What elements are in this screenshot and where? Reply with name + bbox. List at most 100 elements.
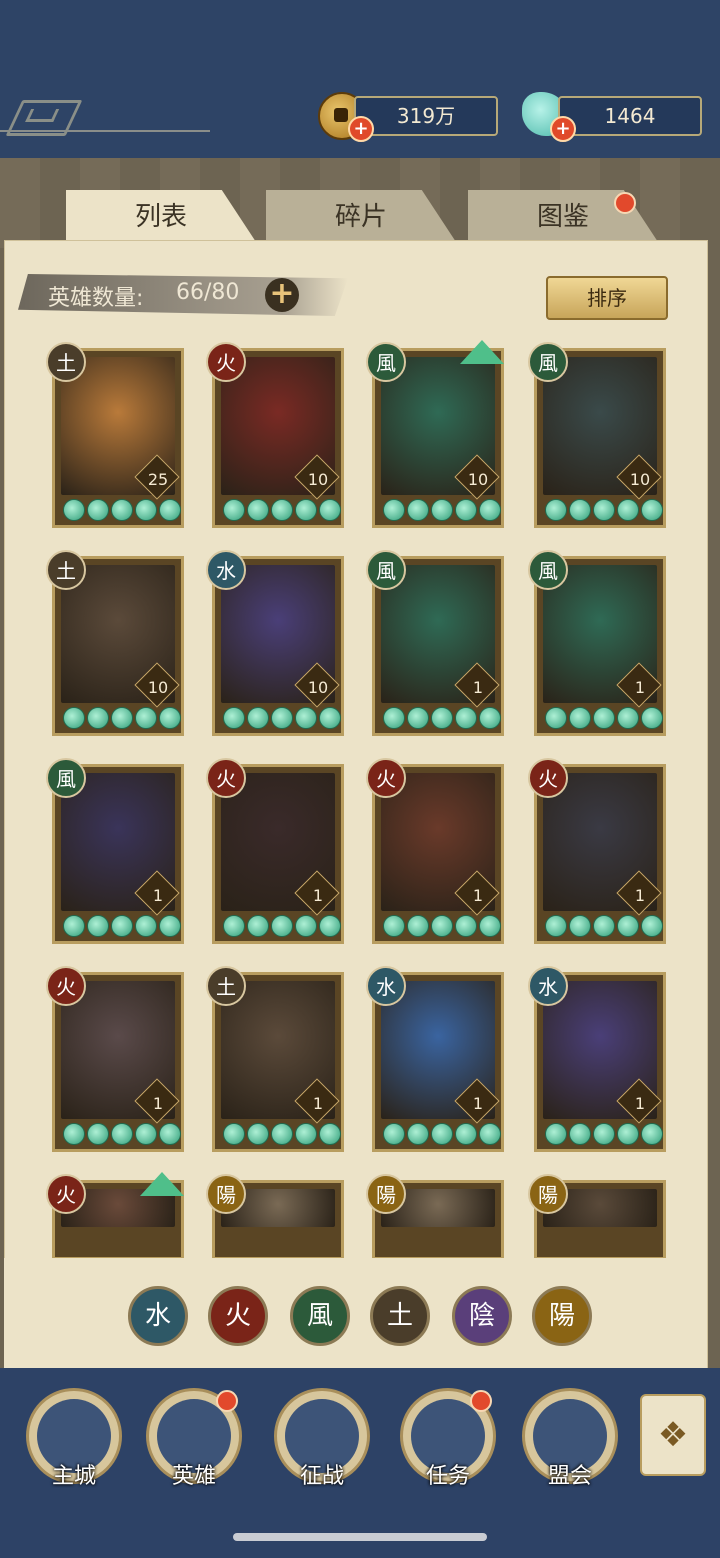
element-fire-icon: 火 (46, 966, 86, 1006)
star-gems (383, 915, 501, 937)
jade-star-icon (63, 499, 85, 521)
coin-amount: 319万 (396, 104, 456, 128)
jade-star-icon (111, 499, 133, 521)
expand-capacity-button[interactable]: + (265, 278, 299, 312)
star-gems (63, 915, 181, 937)
element-yang-icon: 陽 (528, 1174, 568, 1214)
hero-level: 25 (147, 470, 169, 489)
coin-counter: 319万 (354, 96, 498, 136)
filter-shelf (4, 1258, 706, 1368)
element-wind-icon: 風 (528, 550, 568, 590)
jade-star-icon (455, 915, 477, 937)
jade-star-icon (569, 915, 591, 937)
filter-water-button[interactable]: 水 (128, 1286, 188, 1346)
jade-star-icon (87, 915, 109, 937)
star-gems (223, 707, 341, 729)
jade-star-icon (223, 1123, 245, 1145)
hero-level: 10 (467, 470, 489, 489)
jade-star-icon (247, 707, 269, 729)
sort-button[interactable]: 排序 (546, 276, 668, 320)
jade-star-icon (295, 915, 317, 937)
jade-star-icon (455, 499, 477, 521)
jade-star-icon (479, 499, 501, 521)
jade-star-icon (617, 707, 639, 729)
hero-level: 1 (472, 1094, 484, 1113)
jade-star-icon (383, 499, 405, 521)
element-yang-icon: 陽 (366, 1174, 406, 1214)
jade-star-icon (63, 915, 85, 937)
star-gems (545, 499, 663, 521)
jade-star-icon (111, 1123, 133, 1145)
jade-star-icon (617, 915, 639, 937)
filter-fire-button[interactable]: 火 (208, 1286, 268, 1346)
jade-star-icon (87, 499, 109, 521)
jade-star-icon (319, 915, 341, 937)
jade-star-icon (63, 1123, 85, 1145)
hero-level: 10 (307, 678, 329, 697)
jade-star-icon (247, 499, 269, 521)
element-earth-icon: 土 (206, 966, 246, 1006)
hero-level: 1 (312, 886, 324, 905)
nav-label: 征战 (299, 1464, 344, 1489)
tab-codex-label: 图鉴 (536, 202, 589, 232)
jade-star-icon (135, 499, 157, 521)
filter-yang-button[interactable]: 陽 (532, 1286, 592, 1346)
hero-level: 1 (634, 678, 646, 697)
jade-star-icon (135, 1123, 157, 1145)
star-gems (223, 499, 341, 521)
upgrade-arrow-icon (140, 1172, 184, 1196)
more-menu-button[interactable]: ❖ (640, 1394, 706, 1476)
jade-star-icon (407, 707, 429, 729)
jade-star-icon (479, 1123, 501, 1145)
nav-label: 主城 (51, 1464, 96, 1489)
jade-star-icon (431, 499, 453, 521)
tab-fragments-label: 碎片 (334, 202, 387, 232)
element-fire-icon: 火 (366, 758, 406, 798)
jade-counter: 1464 (558, 96, 702, 136)
jade-star-icon (271, 1123, 293, 1145)
hero-level: 10 (147, 678, 169, 697)
jade-star-icon (271, 707, 293, 729)
codex-notification-dot (614, 192, 636, 214)
jade-star-icon (479, 915, 501, 937)
hero-level: 1 (152, 886, 164, 905)
jade-star-icon (569, 499, 591, 521)
jade-star-icon (87, 707, 109, 729)
jade-star-icon (247, 1123, 269, 1145)
add-jade-button[interactable]: + (550, 116, 576, 142)
nav-notification-dot (470, 1390, 492, 1412)
filter-wind-button[interactable]: 風 (290, 1286, 350, 1346)
jade-star-icon (159, 1123, 181, 1145)
jade-star-icon (223, 915, 245, 937)
filter-yin-button[interactable]: 陰 (452, 1286, 512, 1346)
element-fire-icon: 火 (206, 342, 246, 382)
element-fire-icon: 火 (206, 758, 246, 798)
star-gems (545, 915, 663, 937)
star-gems (63, 499, 181, 521)
jade-star-icon (407, 915, 429, 937)
jade-star-icon (295, 1123, 317, 1145)
home-indicator[interactable] (233, 1533, 487, 1541)
jade-star-icon (545, 915, 567, 937)
element-wind-icon: 風 (366, 342, 406, 382)
jade-star-icon (641, 1123, 663, 1145)
jade-star-icon (407, 499, 429, 521)
element-fire-icon: 火 (46, 1174, 86, 1214)
hero-count-value: 66/80 (176, 280, 240, 305)
filter-earth-button[interactable]: 土 (370, 1286, 430, 1346)
jade-star-icon (641, 915, 663, 937)
element-wind-icon: 風 (366, 550, 406, 590)
jade-star-icon (455, 707, 477, 729)
jade-star-icon (455, 1123, 477, 1145)
jade-star-icon (295, 707, 317, 729)
nav-notification-dot (216, 1390, 238, 1412)
hero-level: 1 (634, 886, 646, 905)
jade-star-icon (545, 707, 567, 729)
add-coins-button[interactable]: + (348, 116, 374, 142)
jade-star-icon (431, 1123, 453, 1145)
jade-star-icon (407, 1123, 429, 1145)
jade-star-icon (271, 915, 293, 937)
star-gems (383, 707, 501, 729)
jade-star-icon (159, 915, 181, 937)
sort-label: 排序 (587, 286, 627, 310)
